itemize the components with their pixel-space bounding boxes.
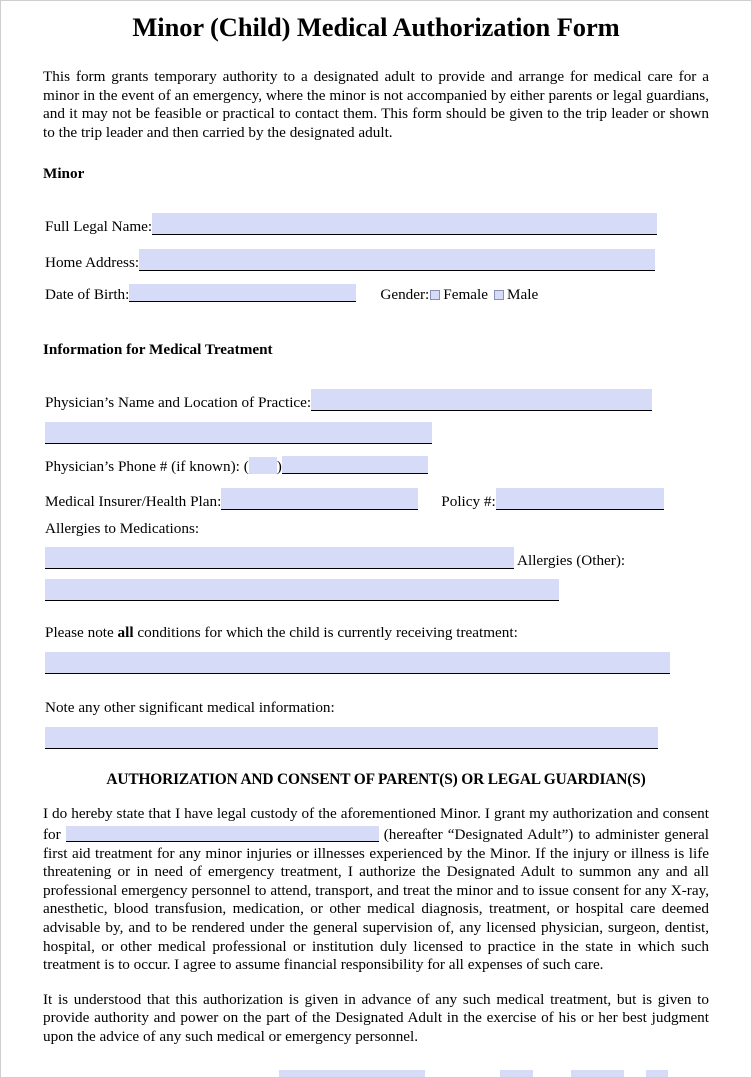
effective-through-row: This authorization is effective through:… [43,1066,709,1077]
allergies-medications-row: Allergies to Medications: [43,519,709,539]
signed-year-input[interactable] [646,1069,669,1077]
gender-female-checkbox[interactable] [430,289,441,300]
physician-phone-area-input[interactable] [248,456,277,474]
gender-male-label: Male [506,285,539,303]
insurer-policy-row: Medical Insurer/Health Plan: Policy #: [43,484,709,512]
allergies-medications-field-row: Allergies (Other): [43,543,709,571]
date-of-birth-input[interactable] [129,283,357,302]
other-info-label: Note any other significant medical infor… [45,698,335,716]
signed-day-input[interactable] [499,1069,533,1077]
authorization-para1-part2: (hereafter “Designated Adult”) to admini… [43,826,709,974]
physician-phone-row: Physician’s Phone # (if known): () [43,453,709,477]
allergies-other-field-row [43,575,709,603]
home-address-row: Home Address: [43,245,709,273]
conditions-input[interactable] [45,651,670,674]
page-title: Minor (Child) Medical Authorization Form [132,12,620,42]
signed-month-input[interactable] [570,1069,624,1077]
physician-phone-label: Physician’s Phone # (if known): ( [45,457,249,475]
allergies-medications-label: Allergies to Medications: [45,519,200,537]
gender-male-checkbox[interactable] [493,289,504,300]
conditions-label-emphasis: all [117,623,134,641]
conditions-label-prefix: Please note [45,623,118,641]
physician-name-input[interactable] [311,388,653,411]
authorization-heading: AUTHORIZATION AND CONSENT OF PARENT(S) O… [106,770,646,788]
form-page: Minor (Child) Medical Authorization Form… [0,0,752,1078]
policy-number-label: Policy #: [441,492,496,510]
conditions-label-suffix: conditions for which the child is curren… [133,623,518,641]
gender-female-label: Female [443,285,488,303]
home-address-label: Home Address: [45,253,140,271]
date-of-birth-label: Date of Birth: [45,285,130,303]
dob-gender-row: Date of Birth: Gender: Female Male [43,281,709,305]
minor-section-heading: Minor [43,164,85,182]
physician-phone-input[interactable] [281,455,428,474]
allergies-other-label: Allergies (Other): [517,551,626,569]
full-legal-name-label: Full Legal Name: [45,217,153,235]
physician-name-row-continued [43,418,709,446]
insurer-label: Medical Insurer/Health Plan: [45,492,222,510]
physician-name-row: Physician’s Name and Location of Practic… [43,385,709,413]
gender-label: Gender: [380,285,430,303]
effective-through-input[interactable] [278,1069,425,1077]
full-legal-name-row: Full Legal Name: [43,209,709,237]
insurer-input[interactable] [221,487,419,510]
allergies-other-input[interactable] [45,578,559,601]
other-info-field-row [43,723,709,751]
home-address-input[interactable] [139,248,656,271]
conditions-field-row [43,648,709,676]
full-legal-name-input[interactable] [152,212,658,235]
other-info-input[interactable] [45,726,658,749]
medical-section-heading: Information for Medical Treatment [43,340,273,358]
authorization-paragraph-1: I do hereby state that I have legal cust… [43,805,709,975]
authorization-paragraph-2: It is understood that this authorization… [43,990,709,1046]
other-info-label-row: Note any other significant medical infor… [43,698,709,718]
allergies-medications-input[interactable] [45,546,514,569]
designated-adult-input[interactable] [65,826,379,843]
policy-number-input[interactable] [495,487,664,510]
physician-name-input-line2[interactable] [45,421,432,444]
intro-paragraph: This form grants temporary authority to … [43,68,709,141]
physician-name-label: Physician’s Name and Location of Practic… [45,393,312,411]
conditions-label-row: Please note all conditions for which the… [43,623,709,643]
